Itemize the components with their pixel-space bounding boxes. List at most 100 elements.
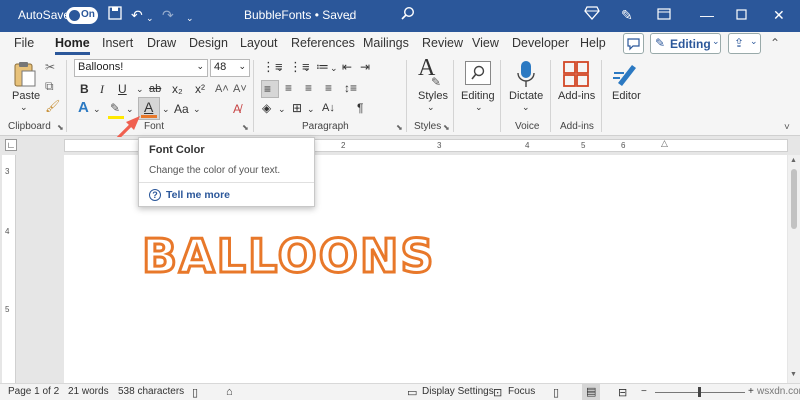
- chevron-down-icon[interactable]: ⌄: [307, 101, 315, 117]
- read-mode-icon[interactable]: ▯: [192, 386, 198, 399]
- web-layout-icon[interactable]: ⊟: [618, 386, 627, 399]
- underline-button[interactable]: U: [118, 81, 127, 97]
- share-icon: ⇪: [734, 36, 745, 50]
- undo-icon[interactable]: ↶: [131, 6, 143, 24]
- tab-help[interactable]: Help: [580, 36, 606, 50]
- zoom-in-icon[interactable]: +: [748, 386, 754, 397]
- word-count[interactable]: 21 words: [68, 386, 109, 397]
- scroll-down-icon[interactable]: ▼: [790, 371, 797, 378]
- title-dropdown-icon[interactable]: ⌄: [345, 9, 353, 27]
- align-left-button[interactable]: ≡: [261, 80, 279, 98]
- scroll-up-icon[interactable]: ▲: [790, 157, 797, 164]
- undo-dropdown-icon[interactable]: ⌄: [146, 9, 154, 27]
- share-button[interactable]: ⇪ ⌄: [728, 33, 761, 54]
- tab-developer[interactable]: Developer: [512, 36, 569, 50]
- display-settings-label[interactable]: Display Settings: [422, 386, 494, 397]
- dialog-launcher-icon[interactable]: ⬊: [396, 120, 403, 136]
- focus-icon[interactable]: ⊡: [493, 386, 502, 399]
- zoom-slider-thumb[interactable]: [698, 387, 701, 397]
- justify-icon[interactable]: ≡: [325, 80, 332, 96]
- tab-draw[interactable]: Draw: [147, 36, 176, 50]
- sort-icon[interactable]: A↓: [322, 100, 335, 116]
- cut-icon[interactable]: ✂: [45, 59, 55, 75]
- chevron-down-icon[interactable]: ⌄: [193, 101, 201, 117]
- page-count[interactable]: Page 1 of 2: [8, 386, 59, 397]
- chevron-down-icon[interactable]: ⌄: [303, 60, 311, 76]
- maximize-icon[interactable]: [736, 6, 747, 24]
- pen-icon[interactable]: ✎: [621, 6, 633, 24]
- tab-design[interactable]: Design: [189, 36, 228, 50]
- minimize-icon[interactable]: —: [700, 6, 714, 24]
- grow-font-icon[interactable]: A˄: [215, 81, 229, 97]
- subscript-button[interactable]: x₂: [172, 81, 183, 97]
- increase-indent-icon[interactable]: ⇥: [360, 59, 370, 75]
- divider: [453, 60, 454, 132]
- print-layout-button[interactable]: ▤: [582, 384, 600, 400]
- display-settings-icon[interactable]: ▭: [407, 386, 417, 399]
- shrink-font-icon[interactable]: A˅: [233, 81, 247, 97]
- close-icon[interactable]: ✕: [773, 6, 785, 24]
- editing-mode-button[interactable]: ✎ Editing ⌄: [650, 33, 721, 54]
- tell-me-more-link[interactable]: ? Tell me more: [149, 189, 230, 201]
- chevron-down-icon[interactable]: ⌄: [278, 101, 286, 117]
- focus-label[interactable]: Focus: [508, 386, 535, 397]
- dialog-launcher-icon[interactable]: ⬊: [242, 120, 249, 136]
- clear-formatting-icon[interactable]: A̸: [233, 101, 241, 117]
- text-effects-icon[interactable]: A: [78, 100, 89, 116]
- line-spacing-icon[interactable]: ↕≡: [344, 80, 357, 96]
- tab-selector[interactable]: ∟: [5, 139, 17, 151]
- format-painter-icon[interactable]: 🖌: [45, 98, 60, 114]
- chevron-down-icon[interactable]: ⌄: [276, 60, 284, 76]
- ribbon-display-icon[interactable]: [657, 6, 671, 24]
- strikethrough-button[interactable]: ab: [149, 81, 161, 97]
- save-icon[interactable]: [108, 6, 122, 24]
- chevron-down-icon[interactable]: ⌄: [93, 101, 101, 117]
- chevron-down-icon[interactable]: ⌄: [162, 101, 170, 117]
- align-right-icon[interactable]: ≡: [305, 80, 312, 96]
- vertical-scrollbar[interactable]: ▲ ▼: [788, 155, 800, 383]
- accessibility-icon[interactable]: ⌂: [226, 386, 233, 398]
- chevron-down-icon[interactable]: ⌄: [330, 60, 338, 76]
- zoom-out-icon[interactable]: −: [641, 386, 647, 397]
- ribbon-collapse-icon[interactable]: ˅: [784, 120, 790, 136]
- tab-references[interactable]: References: [291, 36, 355, 50]
- decrease-indent-icon[interactable]: ⇤: [342, 59, 352, 75]
- show-formatting-icon[interactable]: ¶: [357, 100, 363, 116]
- multilevel-list-icon[interactable]: ≔: [316, 59, 329, 75]
- collapse-ribbon-icon[interactable]: ⌃: [770, 36, 780, 50]
- tab-layout[interactable]: Layout: [240, 36, 278, 50]
- scroll-thumb[interactable]: [791, 169, 797, 229]
- chevron-down-icon[interactable]: ⌄: [136, 81, 144, 97]
- search-icon[interactable]: [401, 6, 415, 24]
- tab-home[interactable]: Home: [55, 36, 90, 55]
- bold-button[interactable]: B: [80, 81, 89, 97]
- document-title[interactable]: BubbleFonts • Saved: [244, 8, 356, 22]
- chevron-down-icon: ⌄: [712, 36, 720, 46]
- superscript-button[interactable]: x²: [195, 81, 205, 97]
- tab-review[interactable]: Review: [422, 36, 463, 50]
- copy-icon[interactable]: ⧉: [45, 78, 54, 94]
- borders-icon[interactable]: ⊞: [292, 100, 302, 116]
- autosave-toggle[interactable]: On: [66, 7, 98, 24]
- styles-label: Styles: [418, 90, 448, 102]
- right-indent-marker[interactable]: △: [661, 138, 668, 149]
- change-case-button[interactable]: Aa: [174, 101, 189, 117]
- comments-button[interactable]: [623, 33, 644, 54]
- customize-qat-icon[interactable]: ⌄: [186, 9, 194, 27]
- dialog-launcher-icon[interactable]: ⬊: [57, 120, 64, 136]
- redo-icon[interactable]: ↷: [162, 6, 174, 24]
- toggle-knob: [69, 10, 80, 21]
- premium-diamond-icon[interactable]: [584, 6, 600, 24]
- italic-button[interactable]: I: [100, 81, 104, 97]
- character-count[interactable]: 538 characters: [118, 386, 184, 397]
- shading-icon[interactable]: ◈: [262, 100, 271, 116]
- tab-view[interactable]: View: [472, 36, 499, 50]
- font-size-box[interactable]: 48 ⌄: [210, 59, 250, 77]
- tab-file[interactable]: File: [14, 36, 34, 50]
- align-center-icon[interactable]: ≡: [285, 80, 292, 96]
- font-name-box[interactable]: Balloons! ⌄: [74, 59, 208, 77]
- tab-mailings[interactable]: Mailings: [363, 36, 409, 50]
- dialog-launcher-icon[interactable]: ⬊: [443, 120, 450, 136]
- read-view-icon[interactable]: ▯: [553, 386, 559, 399]
- tab-insert[interactable]: Insert: [102, 36, 133, 50]
